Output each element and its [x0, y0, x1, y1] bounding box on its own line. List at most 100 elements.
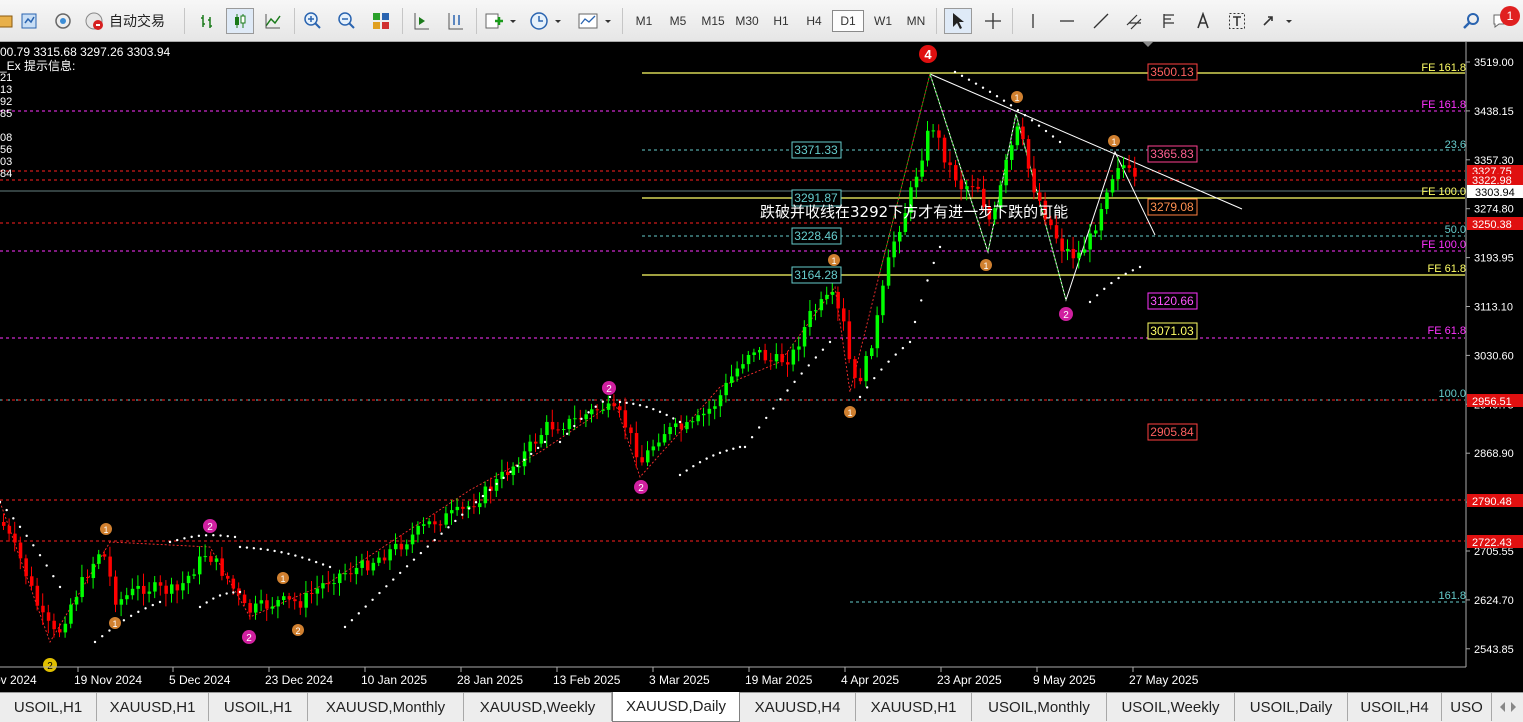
time-tick: 9 May 2025	[1033, 673, 1096, 687]
sar-dot	[481, 494, 485, 498]
candle-body	[718, 395, 723, 407]
candle-body	[931, 130, 936, 132]
candle-body	[965, 186, 969, 190]
horizontal-line-icon[interactable]	[1054, 8, 1080, 34]
sar-dot	[259, 547, 262, 551]
tab-usoil-monthly[interactable]: USOIL,Monthly	[972, 693, 1107, 721]
signals-icon[interactable]	[50, 8, 76, 34]
candle-body	[892, 241, 896, 258]
tab-scroll-arrows[interactable]	[1492, 693, 1523, 721]
candle-body	[646, 450, 650, 463]
sar-dot	[212, 534, 215, 537]
candle-body	[1082, 249, 1087, 253]
tile-windows-icon[interactable]	[368, 8, 394, 34]
trend-line-icon[interactable]	[1088, 8, 1114, 34]
auto-trade-button[interactable]: 自动交易	[84, 8, 176, 34]
candle-body	[914, 176, 919, 188]
sar-dot	[321, 563, 325, 566]
sar-dot	[1009, 104, 1013, 107]
history-center-icon[interactable]	[16, 8, 42, 34]
tab-usoil-weekly[interactable]: USOIL,Weekly	[1107, 693, 1235, 721]
sar-dot	[1088, 300, 1092, 304]
target-box-3120: 3120.66	[1150, 294, 1194, 308]
line-chart-icon[interactable]	[260, 8, 286, 34]
tab-usoil-h1[interactable]: USOIL,H1	[0, 693, 97, 721]
svg-text:2: 2	[295, 626, 300, 636]
timeframe-m1[interactable]: M1	[628, 10, 660, 32]
cursor-icon[interactable]	[944, 8, 972, 34]
timeframe-m30[interactable]: M30	[730, 10, 764, 32]
candle-body	[293, 599, 297, 602]
chart-annotation[interactable]: 跌破并收线在3292下方才有进一步下跌的可能	[760, 203, 1068, 221]
tab-xauusd-h1-2[interactable]: XAUUSD,H1	[856, 693, 972, 721]
bar-chart-icon[interactable]	[194, 8, 220, 34]
chart-shift-icon[interactable]	[408, 8, 434, 34]
tab-usoil-h4[interactable]: USOIL,H4	[1348, 693, 1442, 721]
candle-body	[287, 596, 292, 600]
candlestick-chart-icon[interactable]	[226, 8, 254, 34]
candle-body	[91, 563, 96, 579]
tab-xauusd-weekly[interactable]: XAUUSD,Weekly	[464, 693, 612, 721]
wave-label: 2	[242, 630, 256, 644]
timeframe-h4[interactable]: H4	[798, 10, 830, 32]
timeframe-d1[interactable]: D1	[832, 10, 864, 32]
sar-dot	[814, 356, 818, 359]
candle-body	[886, 257, 891, 286]
sar-dot	[1037, 124, 1041, 127]
fib-label: 50.0	[1445, 224, 1466, 236]
candle-body	[86, 577, 90, 579]
timeframe-mn[interactable]: MN	[900, 10, 932, 32]
candle-body	[1038, 192, 1042, 201]
crosshair-icon[interactable]	[980, 8, 1006, 34]
side-value: 13	[0, 84, 12, 96]
indicators-menu-icon[interactable]	[482, 8, 520, 34]
timeframe-m15[interactable]: M15	[696, 10, 730, 32]
search-icon[interactable]	[1458, 8, 1484, 34]
candle-body	[797, 346, 801, 350]
candle-body	[511, 466, 516, 476]
zoom-out-icon[interactable]	[334, 8, 360, 34]
auto-scroll-icon[interactable]	[442, 8, 468, 34]
arrows-menu-icon[interactable]	[1258, 8, 1298, 34]
price-tick: 2543.85	[1474, 644, 1514, 656]
sar-dot	[913, 320, 917, 324]
price-chart[interactable]: 00.79 3315.68 3297.26 3303.94 _Ex 提示信息: …	[0, 42, 1523, 692]
auto-trade-label: 自动交易	[109, 13, 165, 29]
timeframe-m5[interactable]: M5	[662, 10, 694, 32]
candle-body	[332, 583, 336, 585]
templates-menu-icon[interactable]	[574, 8, 616, 34]
candle-body	[881, 285, 885, 316]
candle-body	[528, 441, 532, 452]
candle-body	[842, 308, 846, 322]
sar-dot	[873, 376, 876, 380]
tab-usoil-daily[interactable]: USOIL,Daily	[1235, 693, 1348, 721]
tab-xauusd-monthly[interactable]: XAUUSD,Monthly	[308, 693, 464, 721]
candle-body	[830, 291, 835, 295]
text-label-icon[interactable]	[1224, 8, 1250, 34]
timeframe-w1[interactable]: W1	[867, 10, 899, 32]
tab-usoil-h1-2[interactable]: USOIL,H1	[209, 693, 308, 721]
candle-body	[130, 588, 135, 596]
candle-body	[254, 603, 258, 613]
wave-label: 1	[1108, 135, 1120, 147]
tab-xauusd-h4[interactable]: XAUUSD,H4	[740, 693, 856, 721]
wave-label: 1	[277, 572, 289, 584]
candle-body	[125, 595, 129, 600]
candle-body	[349, 573, 353, 575]
candle-body	[746, 354, 751, 365]
zoom-in-icon[interactable]	[300, 8, 326, 34]
tab-xauusd-h1[interactable]: XAUUSD,H1	[97, 693, 209, 721]
tab-xauusd-daily[interactable]: XAUUSD,Daily	[612, 692, 740, 722]
text-icon[interactable]	[1190, 8, 1216, 34]
sar-dot	[580, 417, 583, 421]
price-tag: 2790.48	[1472, 496, 1512, 508]
candle-body	[545, 421, 549, 436]
vertical-line-icon[interactable]	[1020, 8, 1046, 34]
new-order-icon[interactable]	[0, 8, 16, 34]
sar-dot	[858, 395, 862, 399]
tab-uso[interactable]: USO	[1442, 693, 1492, 721]
periods-menu-icon[interactable]	[526, 8, 566, 34]
timeframe-h1[interactable]: H1	[765, 10, 797, 32]
fibonacci-icon[interactable]	[1156, 8, 1182, 34]
equidistant-channel-icon[interactable]	[1122, 8, 1148, 34]
